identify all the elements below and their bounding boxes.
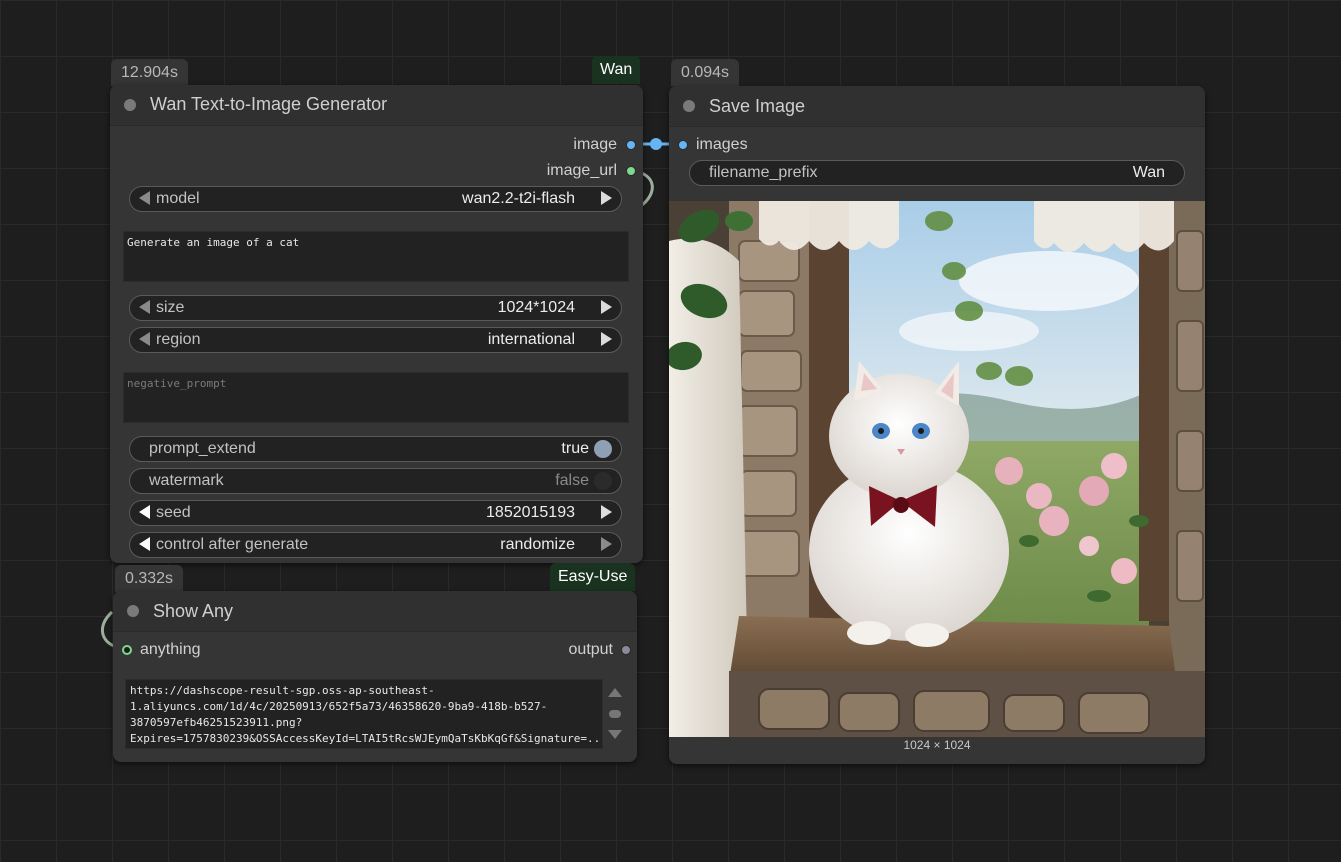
node-header[interactable]: Save Image — [669, 86, 1205, 127]
region-combo[interactable]: region international — [129, 327, 622, 353]
seed-value: 1852015193 — [486, 504, 575, 521]
execution-time-badge: 0.094s — [671, 59, 740, 86]
increment-arrow-icon[interactable] — [601, 537, 612, 551]
node-title: Wan Text-to-Image Generator — [150, 94, 388, 114]
prompt-extend-value: true — [561, 440, 589, 457]
region-value: international — [487, 331, 575, 348]
node-header[interactable]: Wan Text-to-Image Generator — [110, 85, 643, 126]
input-images-label: images — [696, 136, 748, 153]
image-link-midpoint — [650, 138, 662, 150]
model-value: wan2.2-t2i-flash — [462, 190, 575, 207]
model-combo[interactable]: model wan2.2-t2i-flash — [129, 186, 622, 212]
control-after-generate-value: randomize — [500, 536, 575, 553]
prompt-textarea[interactable]: Generate an image of a cat — [123, 231, 629, 282]
control-after-generate-combo[interactable]: control after generate randomize — [129, 532, 622, 558]
increment-arrow-icon[interactable] — [601, 300, 612, 314]
input-anything-label: anything — [140, 641, 201, 658]
watermark-toggle[interactable]: watermark false — [129, 468, 622, 494]
filename-prefix-input[interactable]: filename_prefix Wan — [689, 160, 1185, 186]
seed-number[interactable]: seed 1852015193 — [129, 500, 622, 526]
input-anything-slot[interactable] — [122, 645, 132, 655]
negative-prompt-textarea[interactable]: negative_prompt — [123, 372, 629, 423]
image-size-caption: 1024 × 1024 — [903, 738, 971, 752]
output-image-slot[interactable] — [626, 140, 636, 150]
output-label: output — [568, 641, 613, 658]
increment-arrow-icon[interactable] — [601, 505, 612, 519]
size-combo[interactable]: size 1024*1024 — [129, 295, 622, 321]
size-value: 1024*1024 — [497, 299, 575, 316]
control-after-generate-label: control after generate — [156, 536, 309, 553]
size-label: size — [156, 299, 185, 316]
scroll-up-icon[interactable] — [608, 688, 622, 697]
model-label: model — [156, 190, 200, 207]
show-any-text[interactable]: https://dashscope-result-sgp.oss-ap-sout… — [125, 679, 603, 749]
show-any-node[interactable]: Show Any anything output https://dashsco… — [113, 591, 637, 762]
node-header[interactable]: Show Any — [113, 591, 637, 632]
filename-prefix-label: filename_prefix — [709, 164, 818, 181]
collapse-dot[interactable] — [124, 99, 136, 111]
region-label: region — [156, 331, 201, 348]
generated-cat-image[interactable] — [669, 201, 1205, 737]
filename-prefix-value: Wan — [1132, 164, 1165, 181]
watermark-label: watermark — [149, 472, 224, 489]
node-title: Save Image — [709, 96, 806, 116]
scroll-down-icon[interactable] — [608, 730, 622, 739]
seed-label: seed — [156, 504, 191, 521]
node-source-tag: Easy-Use — [550, 563, 636, 591]
watermark-value: false — [555, 472, 589, 489]
node-source-tag: Wan — [592, 56, 641, 84]
toggle-knob-off[interactable] — [594, 472, 612, 490]
toggle-knob-on[interactable] — [594, 440, 612, 458]
output-image-url-slot[interactable] — [626, 166, 636, 176]
output-image-label: image — [573, 136, 617, 153]
prompt-extend-label: prompt_extend — [149, 440, 256, 457]
execution-time-badge: 12.904s — [111, 59, 188, 86]
output-slot[interactable] — [621, 645, 631, 655]
scroll-thumb[interactable] — [609, 710, 621, 718]
execution-time-badge: 0.332s — [115, 565, 184, 592]
decrement-arrow-icon[interactable] — [139, 300, 150, 314]
collapse-dot[interactable] — [683, 100, 695, 112]
increment-arrow-icon[interactable] — [601, 332, 612, 346]
save-image-node[interactable]: Save Image images filename_prefix Wan 10… — [669, 86, 1205, 764]
output-image-url-label: image_url — [546, 162, 617, 179]
decrement-arrow-icon[interactable] — [139, 505, 150, 519]
decrement-arrow-icon[interactable] — [139, 191, 150, 205]
decrement-arrow-icon[interactable] — [139, 332, 150, 346]
input-images-slot[interactable] — [678, 140, 688, 150]
prompt-extend-toggle[interactable]: prompt_extend true — [129, 436, 622, 462]
node-title: Show Any — [153, 601, 234, 621]
increment-arrow-icon[interactable] — [601, 191, 612, 205]
collapse-dot[interactable] — [127, 605, 139, 617]
wan-generator-node[interactable]: Wan Text-to-Image Generator image image_… — [110, 85, 643, 563]
decrement-arrow-icon[interactable] — [139, 537, 150, 551]
